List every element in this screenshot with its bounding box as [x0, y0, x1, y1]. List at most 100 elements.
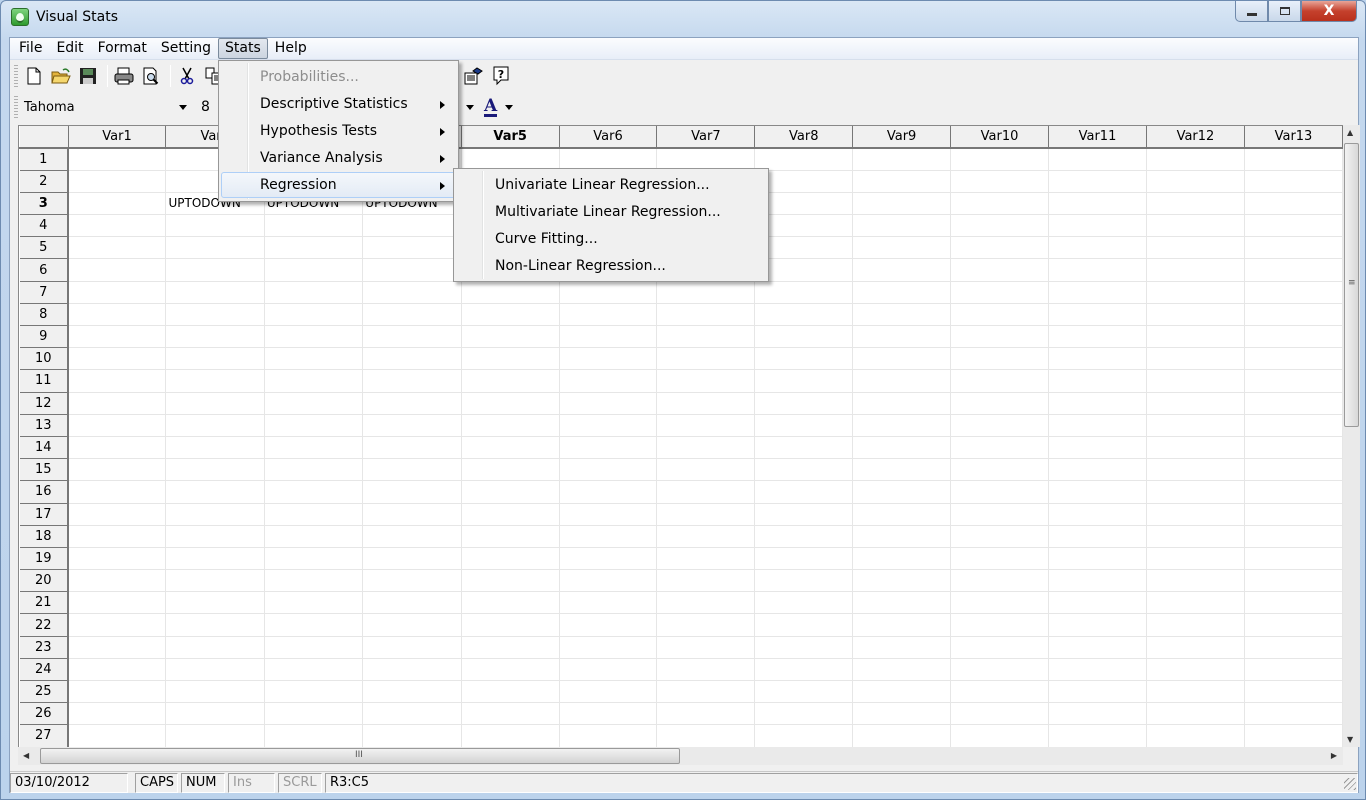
grid-cell[interactable] [1244, 414, 1343, 437]
grid-cell[interactable] [362, 702, 462, 726]
grid-cell[interactable] [656, 680, 756, 704]
grid-cell[interactable] [852, 613, 952, 637]
grid-cell[interactable] [1048, 436, 1147, 460]
grid-cell[interactable] [1244, 436, 1343, 460]
grid-cell[interactable] [1048, 325, 1147, 349]
grid-cell[interactable] [362, 547, 462, 571]
grid-cell[interactable] [559, 680, 658, 704]
grid-cell[interactable] [754, 281, 854, 304]
grid-cell[interactable] [1048, 525, 1147, 548]
grid-cell[interactable] [754, 458, 854, 482]
grid-cell[interactable] [264, 680, 364, 704]
grid-cell[interactable] [68, 392, 167, 415]
grid-cell[interactable] [264, 525, 364, 548]
grid-cell[interactable] [1048, 236, 1147, 260]
grid-cell[interactable] [656, 414, 756, 437]
row-header[interactable]: 22 [19, 613, 70, 637]
grid-cell[interactable] [656, 569, 756, 593]
grid-cell[interactable] [754, 303, 854, 327]
grid-cell[interactable] [754, 325, 854, 349]
menu-stats[interactable]: Stats [218, 38, 268, 59]
horizontal-scrollbar[interactable]: ◀ III ▶ [18, 747, 1343, 765]
grid-cell[interactable] [754, 192, 854, 216]
grid-cell[interactable] [852, 214, 952, 238]
row-header[interactable]: 10 [19, 347, 70, 371]
grid-cell[interactable] [461, 613, 560, 637]
grid-cell[interactable] [1146, 436, 1245, 460]
grid-cell[interactable] [68, 480, 167, 504]
grid-cell[interactable] [1146, 414, 1245, 437]
grid-cell[interactable] [852, 325, 952, 349]
grid-cell[interactable] [68, 325, 167, 349]
grid-cell[interactable] [68, 680, 167, 704]
grid-cell[interactable] [1048, 591, 1147, 615]
row-header[interactable]: 3 [19, 192, 70, 216]
grid-cell[interactable] [559, 503, 658, 526]
grid-cell[interactable] [68, 192, 167, 216]
grid-cell[interactable] [1048, 303, 1147, 327]
grid-cell[interactable] [754, 392, 854, 415]
grid-cell[interactable] [68, 148, 167, 171]
grid-cell[interactable] [165, 458, 265, 482]
grid-cell[interactable] [461, 392, 560, 415]
grid-cell[interactable] [1244, 148, 1343, 171]
grid-cell[interactable] [656, 658, 756, 682]
grid-cell[interactable] [852, 480, 952, 504]
grid-cell[interactable] [559, 613, 658, 637]
grid-cell[interactable] [656, 458, 756, 482]
grid-cell[interactable] [950, 170, 1049, 193]
grid-cell[interactable] [852, 170, 952, 193]
grid-cell[interactable] [1048, 192, 1147, 216]
grid-cell[interactable] [362, 303, 462, 327]
grid-cell[interactable] [559, 658, 658, 682]
grid-cell[interactable] [852, 347, 952, 371]
grid-cell[interactable] [656, 148, 756, 171]
grid-cell[interactable] [852, 503, 952, 526]
minimize-button[interactable] [1235, 1, 1268, 22]
grid-cell[interactable] [1146, 281, 1245, 304]
grid-cell[interactable] [1048, 281, 1147, 304]
grid-cell[interactable] [68, 503, 167, 526]
grid-cell[interactable] [754, 214, 854, 238]
grid-cell[interactable] [1146, 392, 1245, 415]
column-header[interactable]: Var6 [558, 126, 658, 149]
grid-cell[interactable] [165, 525, 265, 548]
grid-cell[interactable] [852, 591, 952, 615]
grid-cell[interactable] [1146, 325, 1245, 349]
grid-cell[interactable] [362, 369, 462, 393]
print-button[interactable] [112, 64, 136, 88]
grid-cell[interactable] [950, 547, 1049, 571]
grid-cell[interactable] [461, 636, 560, 659]
grid-cell[interactable] [1146, 480, 1245, 504]
grid-cell[interactable] [165, 303, 265, 327]
grid-cell[interactable] [950, 525, 1049, 548]
grid-cell[interactable] [852, 724, 952, 747]
menu-item-descriptive-statistics[interactable]: Descriptive Statistics [221, 91, 456, 117]
grid-cell[interactable] [754, 369, 854, 393]
grid-cell[interactable] [1244, 281, 1343, 304]
grid-cell[interactable] [1244, 258, 1343, 282]
grid-cell[interactable] [656, 325, 756, 349]
grid-cell[interactable] [1048, 569, 1147, 593]
grid-cell[interactable] [68, 436, 167, 460]
grid-cell[interactable] [950, 658, 1049, 682]
grid-cell[interactable] [362, 591, 462, 615]
scroll-up-icon[interactable]: ▲ [1347, 128, 1353, 137]
grid-cell[interactable] [950, 236, 1049, 260]
grid-cell[interactable] [362, 258, 462, 282]
grid-cell[interactable] [1244, 591, 1343, 615]
grid-cell[interactable] [165, 347, 265, 371]
grid-cell[interactable] [852, 369, 952, 393]
row-header[interactable]: 24 [19, 658, 70, 682]
menu-help[interactable]: Help [268, 38, 314, 59]
grid-cell[interactable] [559, 724, 658, 747]
grid-cell[interactable] [852, 236, 952, 260]
grid-cell[interactable] [1146, 369, 1245, 393]
title-bar[interactable]: Visual Stats X [1, 1, 1365, 35]
grid-cell[interactable] [165, 658, 265, 682]
font-color-dropdown-icon[interactable] [505, 104, 514, 110]
grid-cell[interactable] [754, 702, 854, 726]
grid-cell[interactable] [559, 702, 658, 726]
grid-cell[interactable] [362, 214, 462, 238]
grid-cell[interactable] [165, 503, 265, 526]
